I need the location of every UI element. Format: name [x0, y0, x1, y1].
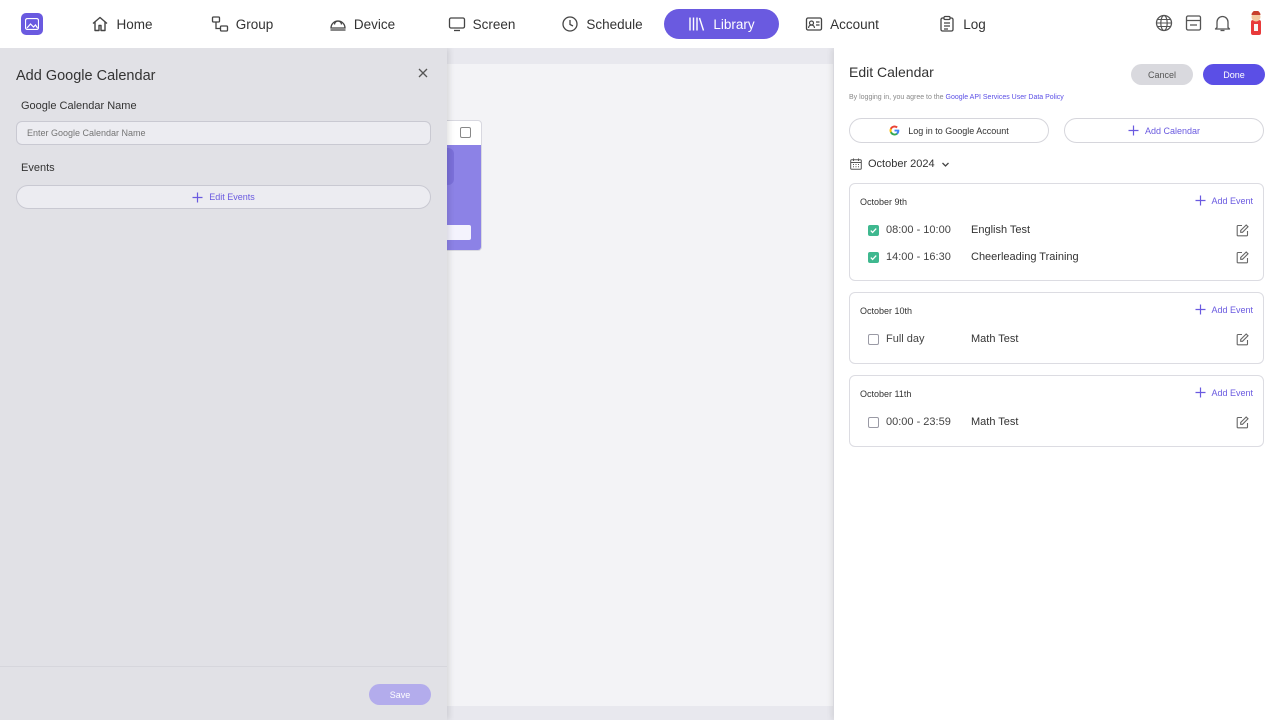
nav-library-label: Library [713, 16, 755, 32]
policy-prefix: By logging in, you agree to the [849, 94, 944, 101]
add-calendar-button[interactable]: Add Calendar [1064, 118, 1264, 143]
day-date: October 11th [860, 389, 912, 399]
google-login-label: Log in to Google Account [908, 125, 1009, 136]
event-time: Full day [886, 333, 925, 345]
cancel-button[interactable]: Cancel [1131, 64, 1193, 85]
add-event-button[interactable]: Add Event [1195, 304, 1253, 315]
close-icon[interactable] [416, 66, 430, 80]
event-name: English Test [971, 224, 1031, 236]
event-checkbox[interactable] [868, 252, 879, 263]
done-button[interactable]: Done [1203, 64, 1265, 85]
app-logo[interactable] [21, 13, 43, 35]
nav-schedule-label: Schedule [586, 16, 643, 32]
group-icon [211, 15, 229, 33]
add-event-label: Add Event [1211, 304, 1253, 315]
nav-group[interactable]: Group [206, 9, 278, 39]
month-label: October 2024 [868, 158, 935, 170]
calendar-name-label: Google Calendar Name [21, 100, 137, 112]
event-name: Cheerleading Training [971, 251, 1079, 263]
event-checkbox[interactable] [868, 225, 879, 236]
plus-icon [1195, 304, 1206, 315]
event-checkbox[interactable] [868, 417, 879, 428]
event-checkbox[interactable] [868, 334, 879, 345]
clock-icon [561, 15, 579, 33]
google-icon [889, 125, 900, 136]
plus-icon [192, 192, 203, 203]
event-time: 08:00 - 10:00 [886, 224, 951, 236]
edit-icon[interactable] [1236, 251, 1249, 264]
event-row: 14:00 - 16:30 Cheerleading Training [868, 250, 1254, 266]
edit-icon[interactable] [1236, 416, 1249, 429]
event-time: 00:00 - 23:59 [886, 416, 951, 428]
add-google-calendar-panel: Add Google Calendar Google Calendar Name… [0, 48, 447, 720]
nav-schedule[interactable]: Schedule [558, 9, 646, 39]
nav-account[interactable]: Account [800, 9, 884, 39]
plus-icon [1128, 125, 1139, 136]
policy-link[interactable]: Google API Services User Data Policy [946, 94, 1064, 101]
user-avatar[interactable] [1244, 11, 1268, 37]
panel-title: Add Google Calendar [16, 68, 156, 84]
nav-home[interactable]: Home [86, 9, 158, 39]
panel-title: Edit Calendar [849, 64, 934, 80]
event-row: 00:00 - 23:59 Math Test [868, 415, 1254, 431]
event-name: Math Test [971, 416, 1019, 428]
edit-icon[interactable] [1236, 333, 1249, 346]
edit-events-label: Edit Events [209, 192, 255, 202]
event-time: 14:00 - 16:30 [886, 251, 951, 263]
save-button[interactable]: Save [369, 684, 431, 705]
nav-group-label: Group [235, 16, 274, 32]
day-card: October 9th Add Event 08:00 - 10:00 Engl… [849, 183, 1264, 281]
day-date: October 9th [860, 197, 908, 207]
home-icon [91, 15, 109, 33]
events-label: Events [21, 162, 55, 174]
nav-device[interactable]: Device [324, 9, 400, 39]
edit-icon[interactable] [1236, 224, 1249, 237]
add-event-label: Add Event [1211, 195, 1253, 206]
nav-log-label: Log [963, 16, 986, 32]
edit-events-button[interactable]: Edit Events [16, 185, 431, 209]
panel-footer: Save [0, 666, 447, 720]
add-event-button[interactable]: Add Event [1195, 387, 1253, 398]
template-checkbox [460, 127, 471, 138]
background-preview-area [447, 64, 833, 706]
plus-icon [1195, 387, 1206, 398]
policy-notice: By logging in, you agree to the Google A… [849, 94, 1064, 101]
top-navigation: Home Group Device Screen Schedule Librar… [0, 0, 1280, 48]
event-row: Full day Math Test [868, 332, 1254, 348]
nav-home-label: Home [116, 16, 153, 32]
library-icon [688, 15, 706, 33]
log-icon [938, 15, 956, 33]
event-name: Math Test [971, 333, 1019, 345]
nav-account-label: Account [830, 16, 879, 32]
nav-library[interactable]: Library [664, 9, 779, 39]
day-card: October 11th Add Event 00:00 - 23:59 Mat… [849, 375, 1264, 447]
nav-device-label: Device [353, 16, 396, 32]
day-date: October 10th [860, 306, 913, 316]
bell-icon[interactable] [1214, 14, 1231, 32]
day-card: October 10th Add Event Full day Math Tes… [849, 292, 1264, 364]
store-icon[interactable] [1185, 14, 1202, 32]
add-event-button[interactable]: Add Event [1195, 195, 1253, 206]
nav-log[interactable]: Log [932, 9, 992, 39]
month-selector[interactable]: October 2024 [850, 158, 950, 170]
nav-screen-label: Screen [472, 16, 516, 32]
screen-icon [448, 15, 466, 33]
chevron-down-icon [941, 160, 950, 169]
globe-icon[interactable] [1155, 14, 1173, 32]
device-icon [329, 15, 347, 33]
calendar-name-input[interactable] [16, 121, 431, 145]
nav-screen[interactable]: Screen [443, 9, 520, 39]
edit-calendar-panel: Edit Calendar Cancel Done By logging in,… [834, 48, 1280, 720]
google-login-button[interactable]: Log in to Google Account [849, 118, 1049, 143]
event-row: 08:00 - 10:00 English Test [868, 223, 1254, 239]
add-calendar-label: Add Calendar [1144, 125, 1201, 136]
plus-icon [1195, 195, 1206, 206]
account-icon [805, 15, 823, 33]
add-event-label: Add Event [1211, 387, 1253, 398]
calendar-icon [850, 158, 862, 170]
